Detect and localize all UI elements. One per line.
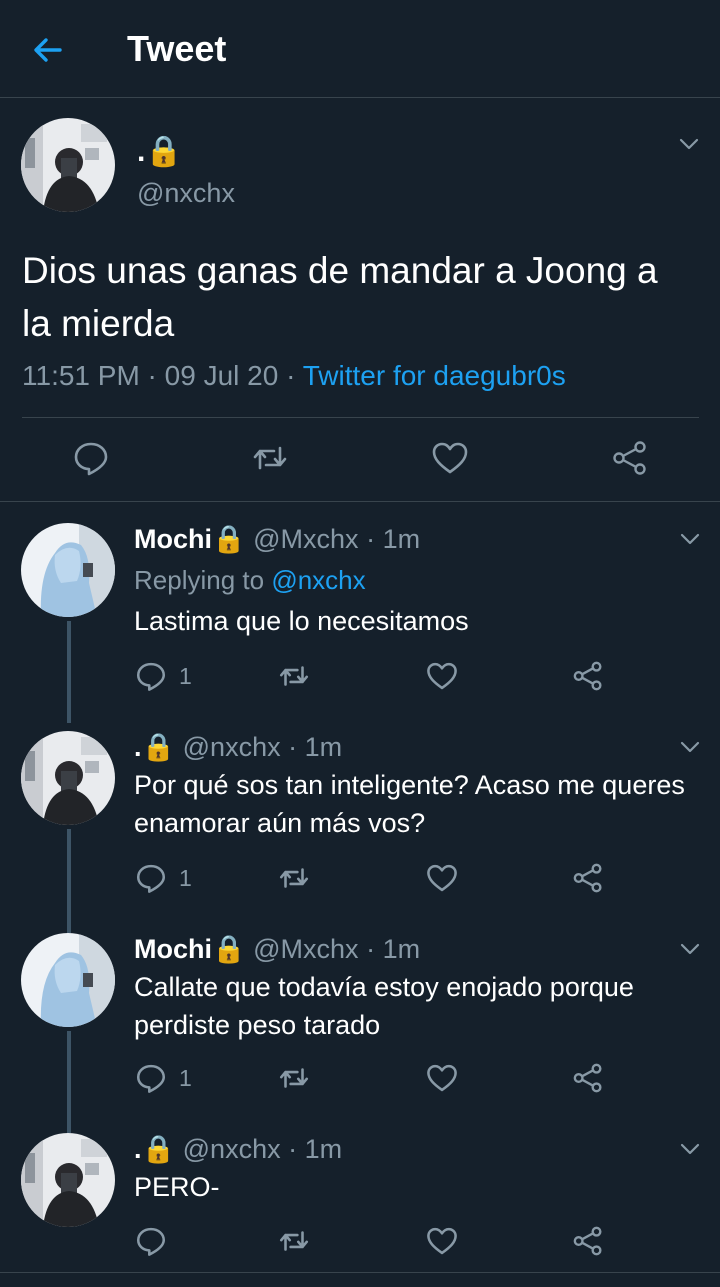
share-icon[interactable] <box>571 659 605 693</box>
reply-actions: 1 <box>134 861 654 901</box>
retweet-icon[interactable] <box>277 1224 311 1258</box>
retweet-icon[interactable] <box>277 861 311 895</box>
reply-text: Lastima que lo necesitamos <box>134 606 469 636</box>
avatar[interactable] <box>21 118 115 212</box>
meta-separator: · <box>280 1134 305 1164</box>
chevron-down-icon[interactable] <box>677 132 701 156</box>
reply-count: 1 <box>179 865 192 891</box>
tweet-actions <box>0 418 720 502</box>
meta-separator: · <box>139 360 165 391</box>
tweet-date: 09 Jul 20 <box>164 360 279 391</box>
reply-time: 1m <box>304 1134 343 1164</box>
reply-text: Por qué sos tan inteligente? Acaso me qu… <box>134 770 685 838</box>
reply-header: Mochi🔒 @Mxchx · 1m <box>134 933 420 965</box>
like-icon[interactable] <box>430 438 470 478</box>
chevron-down-icon[interactable] <box>678 735 702 759</box>
reply-icon <box>136 662 166 691</box>
share-icon[interactable] <box>571 861 605 895</box>
reply-count: 1 <box>179 1065 192 1091</box>
replying-label: Replying to <box>134 565 272 595</box>
meta-separator: · <box>358 524 383 554</box>
avatar[interactable] <box>21 731 115 825</box>
retweet-icon[interactable] <box>277 659 311 693</box>
author-handle[interactable]: @nxchx <box>183 1134 281 1164</box>
reply-actions: 1 <box>134 1061 654 1101</box>
thread-line <box>67 829 71 933</box>
reply-count: 1 <box>179 663 192 689</box>
reply-button[interactable]: 1 <box>134 1061 204 1095</box>
reply-actions <box>134 1224 654 1264</box>
replying-to: Replying to @nxchx <box>134 565 366 596</box>
author-handle[interactable]: @nxchx <box>183 732 281 762</box>
author-name[interactable]: Mochi🔒 <box>134 524 246 554</box>
tweet-text: Dios unas ganas de mandar a Joong a la m… <box>22 250 658 344</box>
like-icon[interactable] <box>425 659 459 693</box>
meta-separator: · <box>280 732 305 762</box>
author-name[interactable]: .🔒 <box>134 1134 175 1164</box>
page-title: Tweet <box>127 28 227 69</box>
reply-time: 1m <box>382 934 421 964</box>
reply-button[interactable] <box>134 1224 168 1258</box>
avatar[interactable] <box>21 523 115 617</box>
reply-tweet[interactable]: .🔒 @nxchx · 1m Por qué sos tan inteligen… <box>0 731 720 933</box>
reply-tweet[interactable]: Mochi🔒 @Mxchx · 1m Replying to @nxchx La… <box>0 523 720 723</box>
reply-icon <box>136 1064 166 1093</box>
reply-tweet[interactable]: Mochi🔒 @Mxchx · 1m Callate que todavía e… <box>0 933 720 1133</box>
top-app-bar: Tweet <box>0 0 720 98</box>
meta-separator: · <box>358 934 383 964</box>
chevron-down-icon[interactable] <box>678 1137 702 1161</box>
replying-to-link[interactable]: @nxchx <box>271 565 365 595</box>
reply-icon <box>136 1227 166 1256</box>
share-icon[interactable] <box>610 438 650 478</box>
author-name[interactable]: .🔒 <box>134 732 175 762</box>
tweet-meta: 11:51 PM · 09 Jul 20 · Twitter for daegu… <box>22 360 566 392</box>
author-handle[interactable]: @Mxchx <box>253 934 358 964</box>
reply-button[interactable]: 1 <box>134 861 204 895</box>
avatar[interactable] <box>21 933 115 1027</box>
divider <box>0 1272 720 1273</box>
main-tweet: .🔒 @nxchx Dios unas ganas de mandar a Jo… <box>0 98 720 502</box>
reply-header: .🔒 @nxchx · 1m <box>134 1133 342 1165</box>
reply-text: PERO- <box>134 1172 220 1202</box>
chevron-down-icon[interactable] <box>678 937 702 961</box>
author-name[interactable]: .🔒 <box>137 134 183 169</box>
share-icon[interactable] <box>571 1061 605 1095</box>
back-arrow-icon[interactable] <box>30 32 66 68</box>
author-name[interactable]: Mochi🔒 <box>134 934 246 964</box>
author-handle[interactable]: @Mxchx <box>253 524 358 554</box>
reply-text: Callate que todavía estoy enojado porque… <box>134 972 634 1040</box>
retweet-icon[interactable] <box>250 438 290 478</box>
avatar[interactable] <box>21 1133 115 1227</box>
reply-actions: 1 <box>134 659 654 699</box>
author-handle[interactable]: @nxchx <box>137 178 235 209</box>
like-icon[interactable] <box>425 1224 459 1258</box>
reply-icon <box>136 864 166 893</box>
tweet-time: 11:51 PM <box>22 360 140 391</box>
reply-button[interactable]: 1 <box>134 659 204 693</box>
like-icon[interactable] <box>425 861 459 895</box>
reply-time: 1m <box>304 732 343 762</box>
reply-header: Mochi🔒 @Mxchx · 1m <box>134 523 420 555</box>
tweet-source-link[interactable]: Twitter for daegubr0s <box>303 360 566 391</box>
reply-time: 1m <box>382 524 421 554</box>
reply-header: .🔒 @nxchx · 1m <box>134 731 342 763</box>
thread-line <box>67 621 71 723</box>
retweet-icon[interactable] <box>277 1061 311 1095</box>
reply-tweet[interactable]: .🔒 @nxchx · 1m PERO- <box>0 1133 720 1272</box>
like-icon[interactable] <box>425 1061 459 1095</box>
chevron-down-icon[interactable] <box>678 527 702 551</box>
thread-line <box>67 1031 71 1133</box>
share-icon[interactable] <box>571 1224 605 1258</box>
reply-icon[interactable] <box>71 438 111 478</box>
meta-separator: · <box>278 360 303 391</box>
